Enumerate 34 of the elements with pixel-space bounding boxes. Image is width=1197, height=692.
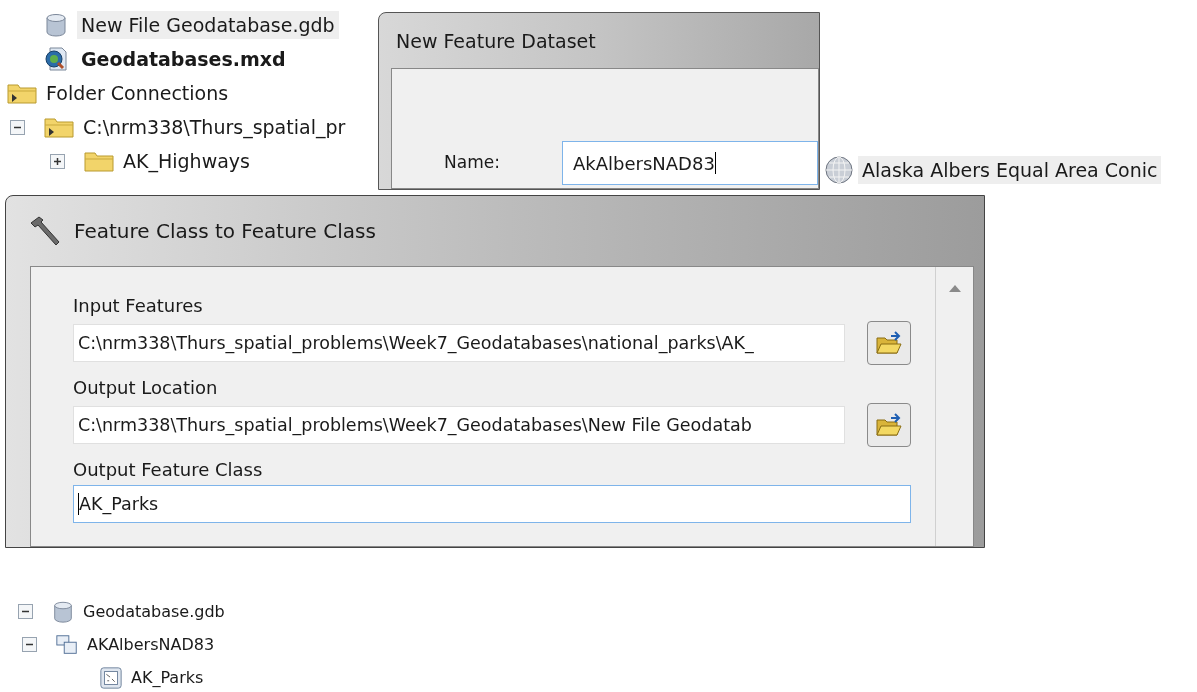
- name-input[interactable]: AkAlbersNAD83: [562, 141, 818, 185]
- path-input[interactable]: C:\nrm338\Thurs_spatial_problems\Week7_Geodatabases\New File Geodatab: [73, 406, 845, 444]
- dialog-title: Feature Class to Feature Class: [74, 218, 376, 245]
- browse-button[interactable]: [867, 321, 911, 365]
- globe-icon: [824, 155, 854, 185]
- feature-dataset-icon: [55, 632, 79, 657]
- path-input[interactable]: AK_Parks: [73, 485, 911, 523]
- collapse-icon[interactable]: [10, 119, 25, 135]
- open-folder-icon: [875, 330, 903, 356]
- coordinate-system-label[interactable]: Alaska Albers Equal Area Conic: [858, 155, 1162, 185]
- name-label: Name:: [444, 151, 501, 175]
- dialog-title: New Feature Dataset: [396, 29, 597, 54]
- tree-item-label[interactable]: AKAlbersNAD83: [87, 632, 215, 657]
- collapse-icon[interactable]: [18, 604, 33, 619]
- scroll-up-icon[interactable]: [948, 285, 961, 292]
- database-icon: [51, 599, 75, 624]
- tree-item-label[interactable]: Geodatabases.mxd: [77, 44, 290, 74]
- field-label: Output Location: [73, 377, 219, 399]
- tree-item-label[interactable]: C:\nrm338\Thurs_spatial_pr: [83, 112, 346, 142]
- path-input[interactable]: C:\nrm338\Thurs_spatial_problems\Week7_Geodatabases\national_parks\AK_: [73, 324, 845, 362]
- tree-item-label[interactable]: Folder Connections: [46, 78, 229, 108]
- tree-item-label[interactable]: Geodatabase.gdb: [83, 599, 225, 624]
- expand-icon[interactable]: [50, 153, 65, 169]
- tree-item-label[interactable]: New File Geodatabase.gdb: [77, 10, 339, 40]
- field-label: Output Feature Class: [73, 459, 264, 481]
- tree-item-label[interactable]: AK_Highways: [123, 146, 250, 176]
- collapse-icon[interactable]: [22, 637, 37, 652]
- browse-button[interactable]: [867, 403, 911, 447]
- map-document-icon: [43, 46, 69, 72]
- database-icon: [43, 12, 69, 38]
- open-folder-icon: [875, 412, 903, 438]
- tree-item-label[interactable]: AK_Parks: [131, 665, 204, 690]
- hammer-icon: [28, 214, 62, 248]
- field-label: Input Features: [73, 295, 204, 317]
